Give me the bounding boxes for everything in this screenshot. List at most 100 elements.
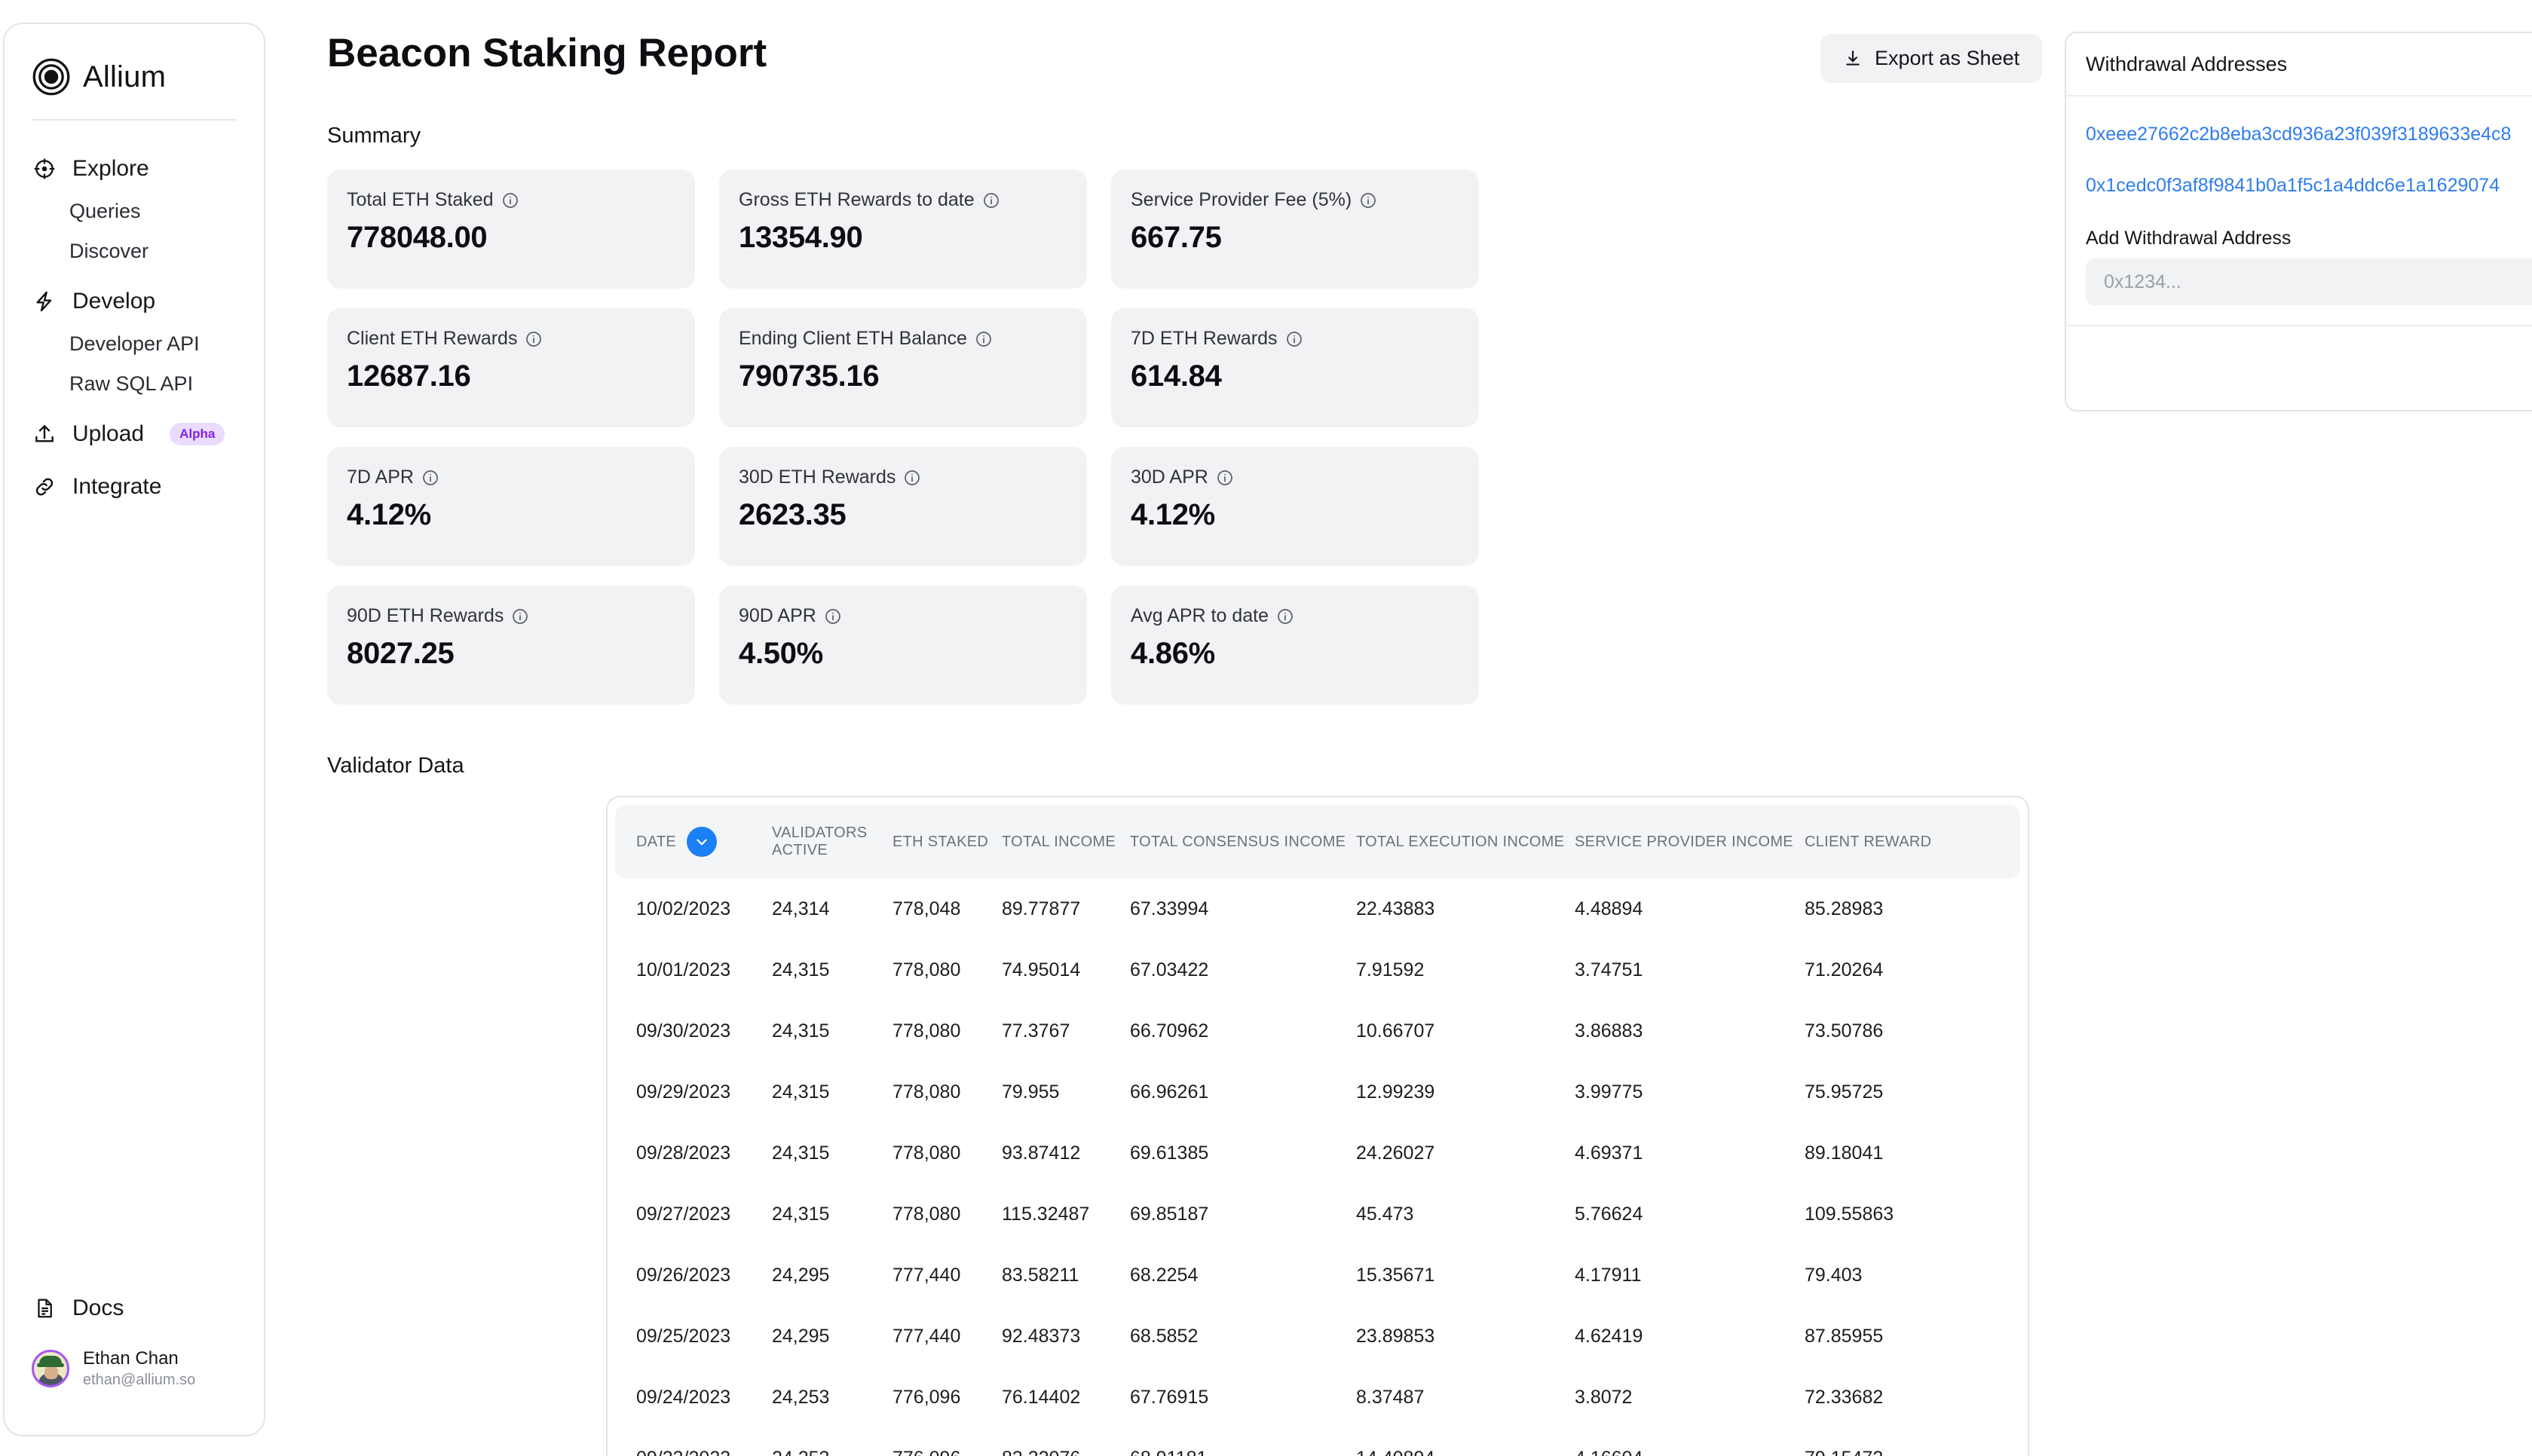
export-as-sheet-button[interactable]: Export as Sheet xyxy=(1820,34,2043,83)
cell-date: 10/02/2023 xyxy=(636,898,731,919)
cell-client-reward: 79.15472 xyxy=(1805,1428,2020,1456)
table-row[interactable]: 09/25/2023 24,295 777,440 92.48373 68.58… xyxy=(615,1306,2020,1367)
add-withdrawal-address-input[interactable] xyxy=(2086,258,2532,305)
table-body: 10/02/2023 24,314 778,048 89.77877 67.33… xyxy=(615,879,2020,1456)
sidebar-item-developer-api[interactable]: Developer API xyxy=(5,324,264,364)
cell-eth-staked: 777,440 xyxy=(892,1326,961,1347)
nav-group-integrate: Integrate xyxy=(5,464,264,509)
sidebar-item-integrate[interactable]: Integrate xyxy=(5,464,264,509)
info-icon[interactable] xyxy=(421,469,439,487)
table-row[interactable]: 09/29/2023 24,315 778,080 79.955 66.9626… xyxy=(615,1062,2020,1123)
summary-card: 30D ETH Rewards 2623.35 xyxy=(719,447,1087,566)
info-icon[interactable] xyxy=(1359,191,1377,210)
brand[interactable]: Allium xyxy=(5,50,264,96)
cell-total-execution-income: 8.37487 xyxy=(1356,1387,1425,1408)
sidebar-item-docs[interactable]: Docs xyxy=(5,1286,264,1331)
info-icon[interactable] xyxy=(511,607,529,626)
summary-card-label: 30D ETH Rewards xyxy=(739,466,896,488)
info-icon[interactable] xyxy=(1285,330,1303,348)
sidebar-item-discover[interactable]: Discover xyxy=(5,231,264,271)
info-icon[interactable] xyxy=(501,191,519,210)
cell-total-execution-income: 23.89853 xyxy=(1356,1326,1435,1347)
cell-date: 09/27/2023 xyxy=(636,1204,731,1225)
cell-total-income: 92.48373 xyxy=(1002,1326,1081,1347)
info-icon[interactable] xyxy=(982,191,1000,210)
column-header-total-execution-income[interactable]: TOTAL EXECUTION INCOME xyxy=(1356,805,1575,879)
sort-chevron-down-icon[interactable] xyxy=(687,827,718,857)
upload-icon xyxy=(32,421,57,447)
cell-service-provider-income: 4.17911 xyxy=(1575,1265,1642,1286)
user-email: ethan@allium.so xyxy=(83,1372,196,1388)
cell-eth-staked: 776,096 xyxy=(892,1428,1002,1456)
withdrawal-address-link[interactable]: 0xeee27662c2b8eba3cd936a23f039f3189633e4… xyxy=(2086,124,2511,145)
column-header-date[interactable]: DATE xyxy=(615,805,772,879)
nav-group-explore: Explore Queries Discover xyxy=(5,146,264,271)
table-row[interactable]: 09/23/2023 24,253 776,096 83.32076 68.91… xyxy=(615,1428,2020,1456)
column-header-total-consensus-income[interactable]: TOTAL CONSENSUS INCOME xyxy=(1130,805,1356,879)
cell-validators-active: 24,315 xyxy=(772,1020,830,1042)
cell-total-income: 115.32487 xyxy=(1002,1204,1090,1225)
sidebar-item-label: Upload xyxy=(72,421,145,446)
sidebar-item-develop[interactable]: Develop xyxy=(5,279,264,324)
validator-data-section-label: Validator Data xyxy=(327,754,464,778)
cell-date: 09/24/2023 xyxy=(636,1387,731,1408)
info-icon[interactable] xyxy=(1216,469,1234,487)
sidebar-item-upload[interactable]: Upload Alpha xyxy=(5,411,264,457)
cell-client-reward: 75.95725 xyxy=(1805,1081,1884,1103)
cell-total-execution-income: 45.473 xyxy=(1356,1204,1414,1225)
table-row[interactable]: 10/02/2023 24,314 778,048 89.77877 67.33… xyxy=(615,879,2020,940)
table-row[interactable]: 09/27/2023 24,315 778,080 115.32487 69.8… xyxy=(615,1184,2020,1245)
cell-total-consensus-income: 67.76915 xyxy=(1130,1387,1209,1408)
table-header: DATE VALIDATORS ACTIVE ETH STAKED TOTAL … xyxy=(615,805,2020,879)
column-header-eth-staked[interactable]: ETH STAKED xyxy=(892,805,1002,879)
summary-section-label: Summary xyxy=(327,124,421,148)
sidebar-item-explore[interactable]: Explore xyxy=(5,146,264,191)
column-header-client-reward[interactable]: CLIENT REWARD xyxy=(1805,805,2020,879)
cell-validators-active: 24,315 xyxy=(772,959,830,980)
info-icon[interactable] xyxy=(1276,607,1294,626)
summary-card-label: Gross ETH Rewards to date xyxy=(739,189,975,210)
summary-card-label: Client ETH Rewards xyxy=(347,328,518,349)
sidebar-item-queries[interactable]: Queries xyxy=(5,191,264,231)
summary-card-value: 4.50% xyxy=(739,637,823,670)
cell-total-consensus-income: 68.2254 xyxy=(1130,1265,1199,1286)
cell-validators-active: 24,315 xyxy=(772,1142,830,1164)
cell-eth-staked: 776,096 xyxy=(892,1387,961,1408)
cell-service-provider-income: 4.62419 xyxy=(1575,1326,1643,1347)
summary-card-label: Avg APR to date xyxy=(1131,605,1269,626)
summary-card-value: 667.75 xyxy=(1131,221,1222,254)
export-as-sheet-label: Export as Sheet xyxy=(1875,47,2020,69)
column-header-total-income[interactable]: TOTAL INCOME xyxy=(1002,805,1130,879)
table-row[interactable]: 10/01/2023 24,315 778,080 74.95014 67.03… xyxy=(615,940,2020,1001)
table-row[interactable]: 09/24/2023 24,253 776,096 76.14402 67.76… xyxy=(615,1367,2020,1428)
table-row[interactable]: 09/26/2023 24,295 777,440 83.58211 68.22… xyxy=(615,1245,2020,1306)
cell-total-consensus-income: 69.85187 xyxy=(1130,1204,1209,1225)
info-icon[interactable] xyxy=(824,607,842,626)
column-header-validators-active[interactable]: VALIDATORS ACTIVE xyxy=(772,805,892,879)
cell-total-income: 83.58211 xyxy=(1002,1265,1079,1286)
cell-total-income: 74.95014 xyxy=(1002,959,1081,980)
info-icon[interactable] xyxy=(975,330,993,348)
cell-validators-active: 24,295 xyxy=(772,1265,830,1286)
cell-total-execution-income: 10.66707 xyxy=(1356,1020,1435,1042)
user-profile[interactable]: Ethan Chan ethan@allium.so xyxy=(5,1331,264,1390)
withdrawal-address-row: 0xeee27662c2b8eba3cd936a23f039f3189633e4… xyxy=(2080,109,2532,160)
column-header-service-provider-income[interactable]: SERVICE PROVIDER INCOME xyxy=(1575,805,1805,879)
info-icon[interactable] xyxy=(903,469,921,487)
cell-date: 09/30/2023 xyxy=(636,1020,731,1042)
summary-card-value: 13354.90 xyxy=(739,221,863,254)
summary-card: Gross ETH Rewards to date 13354.90 xyxy=(719,170,1087,289)
main-content: Beacon Staking Report Export as Sheet Su… xyxy=(280,0,2532,1456)
user-name: Ethan Chan xyxy=(83,1348,179,1369)
withdrawal-panel-header: Withdrawal Addresses xyxy=(2066,33,2532,96)
explore-icon xyxy=(32,156,57,182)
summary-card: Total ETH Staked 778048.00 xyxy=(327,170,695,289)
info-icon[interactable] xyxy=(525,330,543,348)
withdrawal-address-link[interactable]: 0x1cedc0f3af8f9841b0a1f5c1a4ddc6e1a16290… xyxy=(2086,175,2500,197)
sidebar-item-raw-sql-api[interactable]: Raw SQL API xyxy=(5,364,264,404)
table-row[interactable]: 09/28/2023 24,315 778,080 93.87412 69.61… xyxy=(615,1123,2020,1184)
cell-client-reward: 73.50786 xyxy=(1805,1020,1884,1042)
cell-client-reward: 71.20264 xyxy=(1805,959,1884,980)
table-row[interactable]: 09/30/2023 24,315 778,080 77.3767 66.709… xyxy=(615,1001,2020,1062)
cell-validators-active: 24,253 xyxy=(772,1387,830,1408)
